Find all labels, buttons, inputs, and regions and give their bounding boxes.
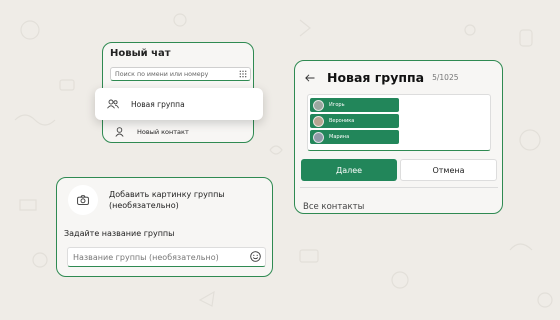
participant-chip[interactable]: Игорь — [310, 98, 399, 112]
search-input[interactable] — [115, 68, 240, 80]
new-contact-item[interactable]: Новый контакт — [115, 127, 189, 137]
participant-chip[interactable]: Марина — [310, 130, 399, 144]
new-group-header: Новая группа 5/1025 — [305, 70, 459, 85]
dialpad-icon[interactable] — [239, 70, 247, 78]
participant-name: Игорь — [329, 102, 345, 108]
new-contact-label: Новый контакт — [137, 128, 189, 136]
avatar — [313, 131, 324, 143]
avatar — [313, 99, 324, 111]
participant-name: Марина — [329, 134, 350, 140]
new-group-item[interactable]: Новая группа — [95, 88, 263, 120]
person-icon — [115, 127, 124, 137]
participant-list[interactable]: Игорь Вероника Марина — [307, 94, 491, 151]
group-name-field[interactable] — [67, 247, 266, 267]
optional-label: (необязательно) — [109, 201, 179, 210]
new-group-label: Новая группа — [131, 99, 185, 109]
new-chat-title: Новый чат — [110, 48, 171, 59]
next-button[interactable]: Далее — [301, 159, 397, 181]
participant-count: 5/1025 — [432, 73, 459, 82]
new-group-title: Новая группа — [327, 70, 425, 85]
search-field[interactable] — [110, 67, 251, 81]
add-group-image-button[interactable] — [68, 185, 98, 215]
cancel-button[interactable]: Отмена — [400, 159, 497, 181]
new-group-panel: Новая группа 5/1025 Игорь Вероника Марин… — [294, 60, 503, 214]
divider — [300, 187, 498, 188]
avatar — [313, 115, 324, 127]
group-name-input[interactable] — [73, 250, 243, 264]
camera-icon — [77, 195, 89, 205]
back-arrow-icon[interactable] — [305, 73, 315, 82]
participant-chip[interactable]: Вероника — [310, 114, 399, 128]
set-name-label: Задайте название группы — [64, 229, 175, 238]
add-image-label: Добавить картинку группы — [109, 190, 225, 199]
group-icon — [107, 99, 119, 109]
participant-name: Вероника — [329, 118, 355, 124]
all-contacts-label: Все контакты — [303, 202, 365, 212]
add-image-text: Добавить картинку группы (необязательно) — [109, 189, 225, 211]
group-info-panel: Добавить картинку группы (необязательно)… — [56, 177, 273, 277]
emoji-icon[interactable] — [250, 251, 261, 262]
